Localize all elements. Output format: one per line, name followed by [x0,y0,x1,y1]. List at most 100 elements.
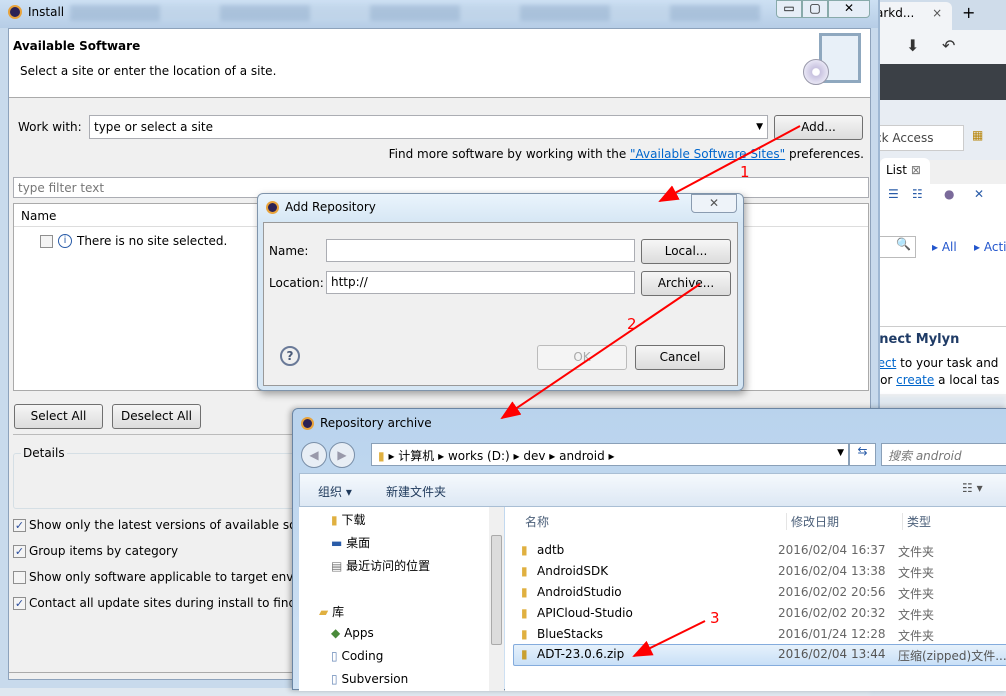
view-options-icon[interactable]: ☷ ▾ [962,481,983,495]
eclipse-icon [266,201,279,214]
file-row[interactable]: ▮ AndroidStudio 2016/02/02 20:56 文件夹 [521,583,1006,604]
nav-item-coding[interactable]: ▯ Coding [331,649,383,663]
organize-menu[interactable]: 组织 ▾ [318,483,352,500]
nav-item-desktop[interactable]: ▬ 桌面 [331,534,370,551]
apps-icon: ◆ [331,626,341,640]
help-icon[interactable]: ? [280,346,300,366]
cd-icon [803,59,829,85]
filter-active-link[interactable]: ▸ Acti [974,240,1006,254]
add-repository-dialog: Add Repository ✕ Name: Local... Location… [257,193,744,391]
forward-button[interactable]: ▶ [329,442,355,468]
chevron-down-icon[interactable]: ▼ [837,448,844,458]
search-input[interactable]: 搜索 android [881,443,1006,466]
filter-active-label: Acti [983,240,1006,254]
maximize-button[interactable]: ▢ [802,0,828,18]
nav-label: Apps [344,626,374,640]
open-perspective-icon[interactable]: ▦ [972,128,983,142]
nav-item-downloads[interactable]: ▮ 下载 [331,511,365,528]
nav-item-libraries[interactable]: ▰ 库 [319,603,344,620]
file-row[interactable]: ▮ BlueStacks 2016/01/24 12:28 文件夹 [521,625,1006,646]
name-input[interactable] [326,239,635,262]
option-checkbox[interactable]: ✓ [13,545,26,558]
breadcrumb-item[interactable]: android [559,449,605,463]
option-label: Show only software applicable to target … [29,570,302,584]
details-label: Details [21,446,67,460]
quick-access-input[interactable]: ck Access [870,125,964,151]
breadcrumb-item[interactable]: dev [523,449,545,463]
file-name: APICloud-Studio [537,606,633,620]
nav-item-recent[interactable]: ▤ 最近访问的位置 [331,557,430,574]
archive-button[interactable]: Archive... [641,271,731,296]
nav-scrollbar[interactable] [489,507,504,691]
column-header-date[interactable]: 修改日期 [786,513,839,530]
file-type: 文件夹 [898,608,935,622]
location-label: Location: [269,276,324,290]
select-all-button[interactable]: Select All [14,404,103,429]
browser-tab[interactable]: arkd... × [870,2,952,30]
sync-icon[interactable]: ● [944,187,954,201]
back-button[interactable]: ◀ [301,442,327,468]
task-list-tab[interactable]: List ⊠ [880,158,930,184]
browser-tab-label: arkd... [876,6,915,20]
categorized-icon[interactable]: ☰ [888,187,899,201]
file-type: 文件夹 [898,587,935,601]
column-header-type[interactable]: 类型 [902,513,931,530]
name-label: Name: [269,244,309,258]
new-tab-button[interactable]: + [962,3,975,22]
annotation-label-1: 1 [740,163,750,181]
minimize-button[interactable]: ▭ [776,0,802,18]
nav-item-subversion[interactable]: ▯ Subversion [331,672,408,686]
row-checkbox[interactable] [40,235,53,248]
download-arrow-icon[interactable]: ⬇ [906,36,919,55]
cancel-button[interactable]: Cancel [635,345,725,370]
close-button[interactable]: ✕ [828,0,870,18]
navigation-pane: ▮ 下载 ▬ 桌面 ▤ 最近访问的位置 ▰ 库 ◆ Apps ▯ Coding … [299,507,504,691]
file-row[interactable]: ▮ adtb 2016/02/04 16:37 文件夹 [521,541,1006,562]
new-folder-button[interactable]: 新建文件夹 [386,483,446,500]
location-input[interactable]: http:// [326,271,635,294]
refresh-button[interactable]: ⇆ [849,443,876,466]
folder-icon: ▮ [521,627,528,641]
hide-completed-icon[interactable]: ✕ [974,187,984,201]
folder-icon: ▮ [521,606,528,620]
tab-close-icon[interactable]: × [932,6,942,20]
nav-item-apps[interactable]: ◆ Apps [331,626,374,640]
folder-icon: ▮ [521,543,528,557]
option-checkbox[interactable] [13,571,26,584]
chevron-down-icon[interactable]: ▼ [756,116,763,138]
mylyn-title: nnect Mylyn [870,332,960,347]
available-sites-link[interactable]: "Available Software Sites" [630,147,785,161]
breadcrumb-item[interactable]: works (D:) [448,449,510,463]
address-bar[interactable]: ▮ ▸ 计算机 ▸ works (D:) ▸ dev ▸ android ▸ ▼ [371,443,849,466]
option-label: Contact all update sites during install … [29,596,305,610]
local-button[interactable]: Local... [641,239,731,264]
dialog-close-button[interactable]: ✕ [691,194,737,213]
option-checkbox[interactable]: ✓ [13,519,26,532]
undo-icon[interactable]: ↶ [942,36,955,55]
file-row-selected[interactable]: ▮ ADT-23.0.6.zip 2016/02/04 13:44 压缩(zipped… [513,644,1006,666]
close-icon[interactable]: ⊠ [911,163,921,177]
add-button[interactable]: Add... [774,115,863,140]
option-checkbox[interactable]: ✓ [13,597,26,610]
file-date: 2016/02/02 20:32 [778,606,886,620]
column-header-name[interactable]: 名称 [525,513,549,530]
filter-all-link[interactable]: ▸ All [932,240,957,254]
filter-all-label: All [941,240,957,254]
eclipse-icon [8,5,22,19]
breadcrumb-item[interactable]: 计算机 [398,449,434,463]
header-title: Available Software [13,39,141,53]
scheduled-icon[interactable]: ☷ [912,187,923,201]
file-date: 2016/02/02 20:56 [778,585,886,599]
deselect-all-button[interactable]: Deselect All [112,404,201,429]
folder-icon: ▮ [521,564,528,578]
file-row[interactable]: ▮ AndroidSDK 2016/02/04 13:38 文件夹 [521,562,1006,583]
wizard-header: Available Software Select a site or ente… [9,29,870,98]
file-type: 文件夹 [898,566,935,580]
ok-button[interactable]: OK [537,345,627,370]
work-with-combo[interactable]: type or select a site ▼ [89,115,768,139]
option-label: Group items by category [29,544,179,558]
create-link[interactable]: create [896,373,934,387]
file-row[interactable]: ▮ APICloud-Studio 2016/02/02 20:32 文件夹 [521,604,1006,625]
file-name: AndroidSDK [537,564,609,578]
file-type: 压缩(zipped)文件... [898,649,1006,663]
